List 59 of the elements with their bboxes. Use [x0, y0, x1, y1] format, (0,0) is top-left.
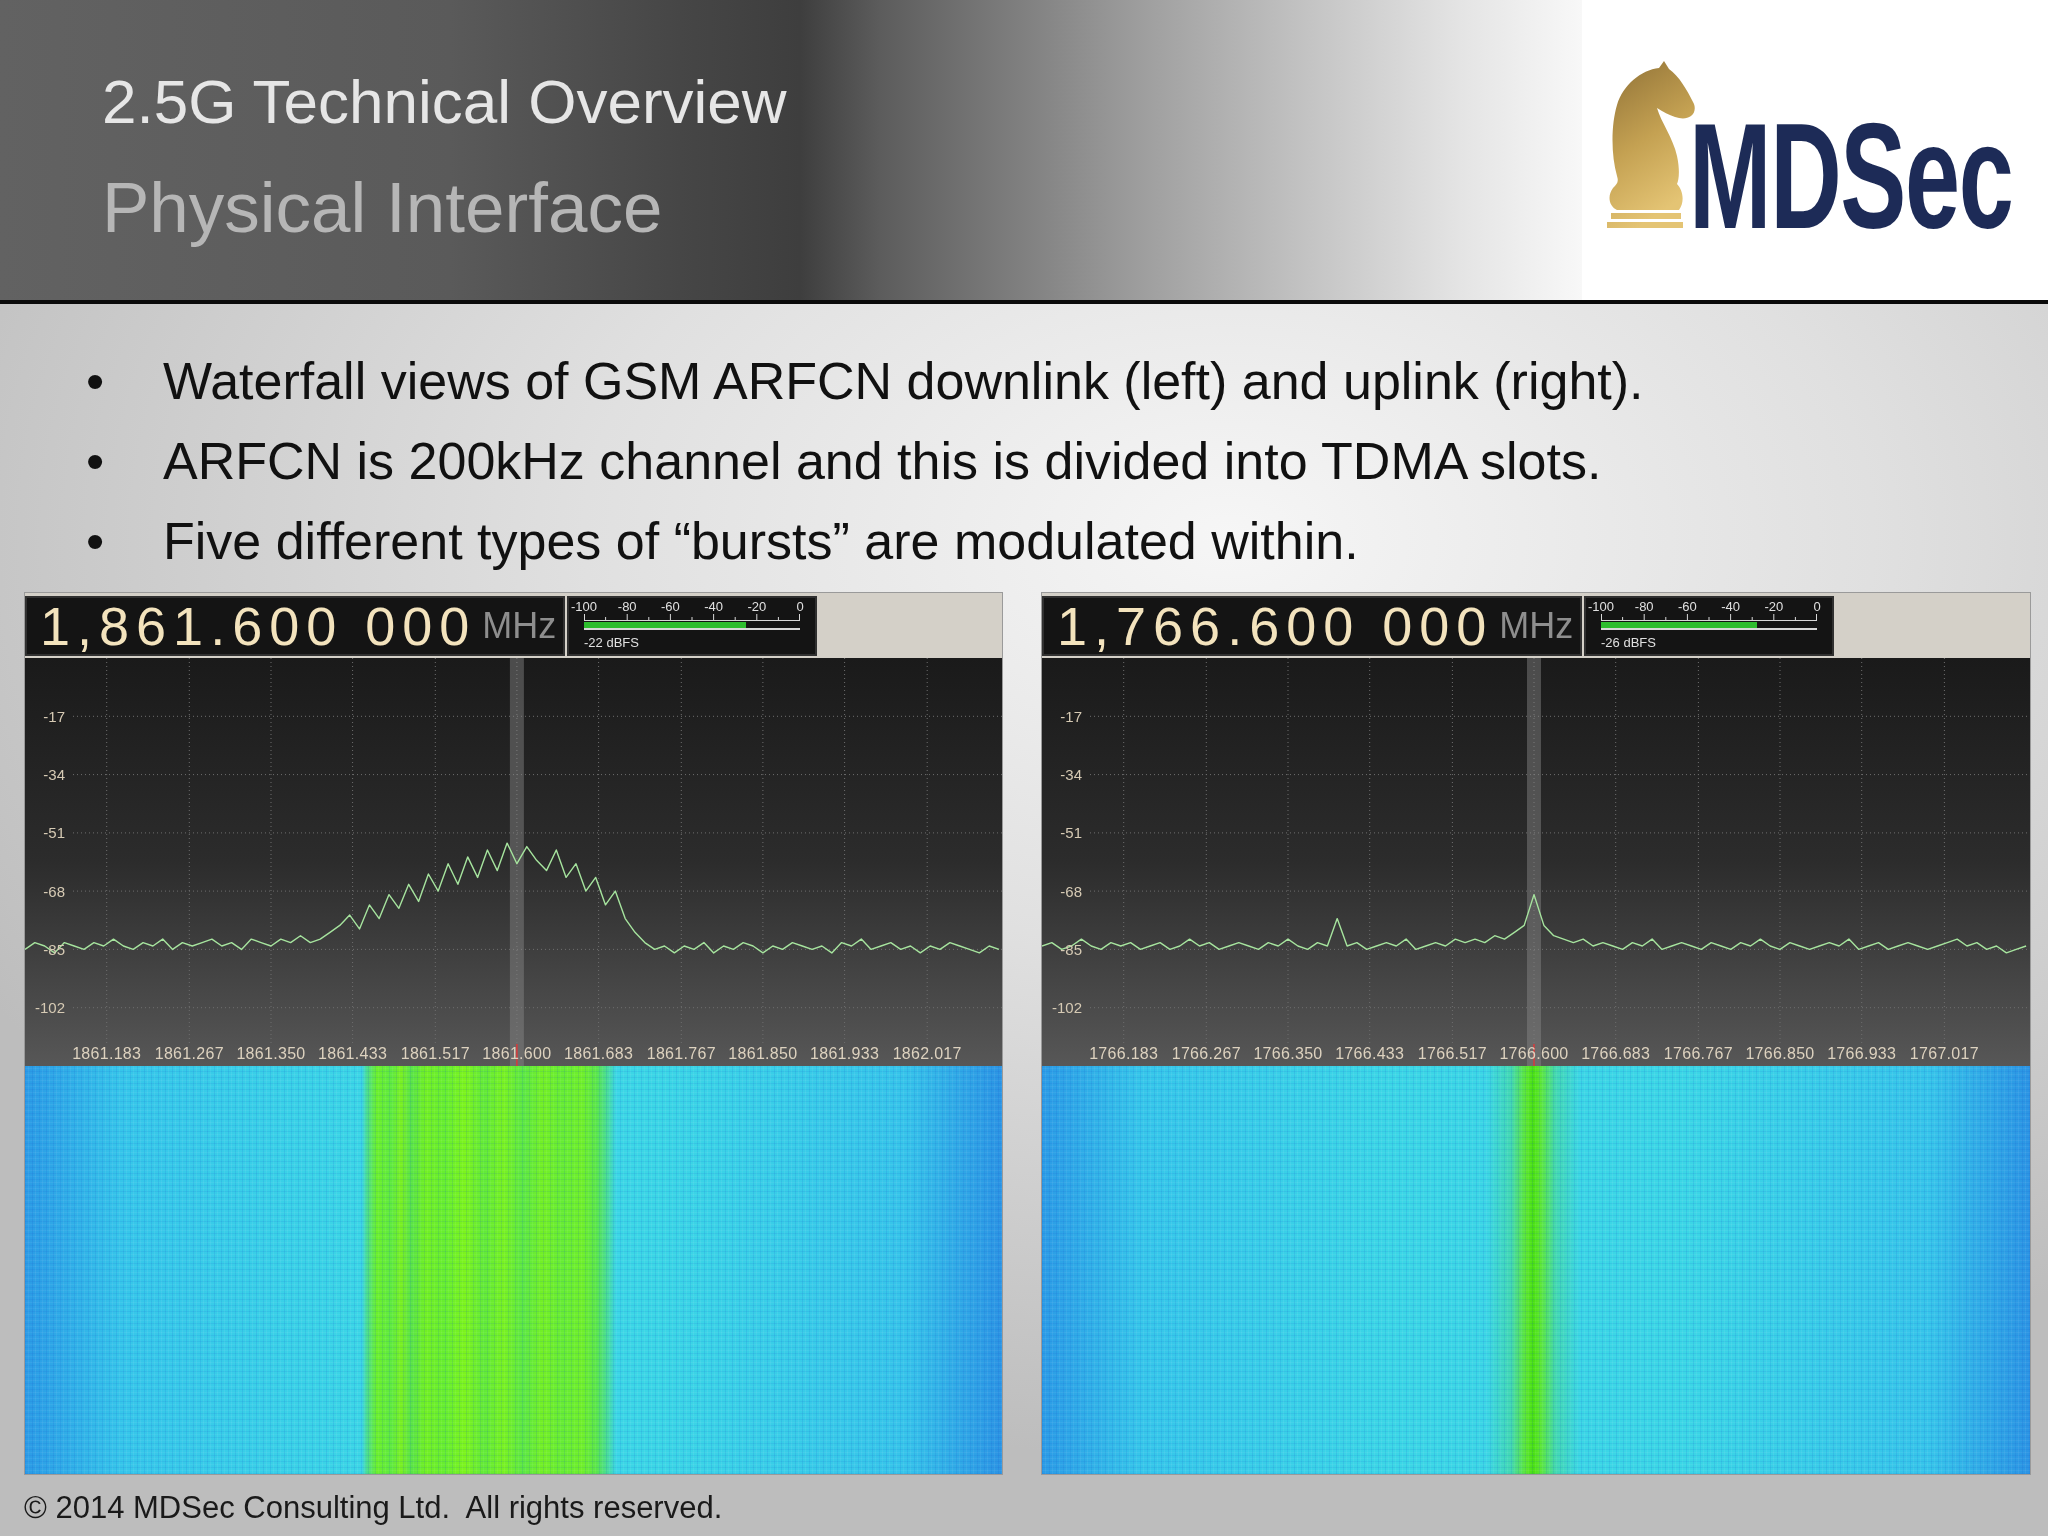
meter-scale-label: -100	[1587, 600, 1615, 614]
meter-scale-label: -100	[570, 600, 598, 614]
copyright-text: © 2014 MDSec Consulting Ltd. All rights reserved.	[23, 1490, 724, 1526]
y-axis-label: -17	[1060, 707, 1082, 725]
meter-scale-label: -80	[1633, 600, 1655, 614]
x-axis-label: 1766.767	[1663, 1045, 1733, 1062]
x-axis-label: 1861.183	[72, 1045, 142, 1062]
logo-text: MDSec	[1689, 101, 2013, 251]
y-axis-label: -102	[34, 999, 65, 1017]
y-axis-label: -17	[43, 707, 65, 725]
x-axis-label: 1766.267	[1171, 1045, 1241, 1062]
meter-scale-label: -40	[1720, 600, 1741, 614]
meter-scale-label: -60	[660, 600, 681, 614]
unit-label: MHz	[482, 606, 557, 646]
meter-scale-label: 0	[1812, 600, 1822, 614]
meter-scale-label: -40	[703, 600, 724, 614]
y-axis-label: -51	[1060, 824, 1082, 842]
slide-title: 2.5G Technical Overview	[102, 70, 788, 134]
x-axis-label: 1861.933	[810, 1045, 880, 1062]
y-axis-label: -68	[43, 882, 65, 900]
unit-label: MHz	[1499, 606, 1574, 646]
x-axis-label: 1861.517	[400, 1045, 470, 1062]
frequency-readout: 1,861.600 000	[40, 598, 477, 654]
x-axis-label: 1767.017	[1909, 1045, 1979, 1062]
meter-scale-label: -20	[746, 600, 768, 614]
x-axis-label: 1861.850	[728, 1045, 798, 1062]
x-axis-label: 1861.433	[318, 1045, 388, 1062]
y-axis-label: -68	[1060, 882, 1082, 900]
x-axis-label: 1766.433	[1335, 1045, 1405, 1062]
meter-scale-label: -60	[1677, 600, 1698, 614]
x-axis-label: 1766.517	[1417, 1045, 1487, 1062]
x-axis-label: 1861.683	[564, 1045, 634, 1062]
x-axis-label: 1861.767	[646, 1045, 716, 1062]
x-axis-label: 1861.350	[236, 1045, 306, 1062]
x-axis-label: 1862.017	[892, 1045, 962, 1062]
x-axis-label: 1766.933	[1827, 1045, 1897, 1062]
meter-scale-label: 0	[795, 600, 805, 614]
x-axis-label: 1766.350	[1253, 1045, 1323, 1062]
x-axis-label: 1766.183	[1089, 1045, 1159, 1062]
y-axis-label: -34	[43, 766, 65, 784]
frequency-readout: 1,766.600 000	[1057, 598, 1494, 654]
y-axis-label: -51	[43, 824, 65, 842]
y-axis-label: -85	[1060, 940, 1082, 958]
x-axis-label: 1766.683	[1581, 1045, 1651, 1062]
meter-reading: -22 dBFS	[584, 635, 640, 650]
meter-scale-label: -20	[1763, 600, 1785, 614]
meter-scale-label: -80	[616, 600, 638, 614]
bullet-text: ARFCN is 200kHz channel and this is divided into TDMA slots.	[163, 431, 1602, 492]
y-axis-label: -102	[1051, 999, 1082, 1017]
x-axis-label: 1861.267	[154, 1045, 224, 1062]
slide-subtitle: Physical Interface	[102, 168, 664, 248]
x-axis-label: 1766.850	[1745, 1045, 1815, 1062]
y-axis-label: -34	[1060, 766, 1082, 784]
bullet-mark: •	[86, 351, 106, 412]
meter-reading: -26 dBFS	[1601, 635, 1657, 650]
bullet-text: Five different types of “bursts” are modulated within.	[163, 511, 1359, 572]
bullet-text: Waterfall views of GSM ARFCN downlink (left) and uplink (right).	[163, 351, 1644, 412]
bullet-mark: •	[86, 431, 106, 492]
bullet-mark: •	[86, 511, 106, 572]
